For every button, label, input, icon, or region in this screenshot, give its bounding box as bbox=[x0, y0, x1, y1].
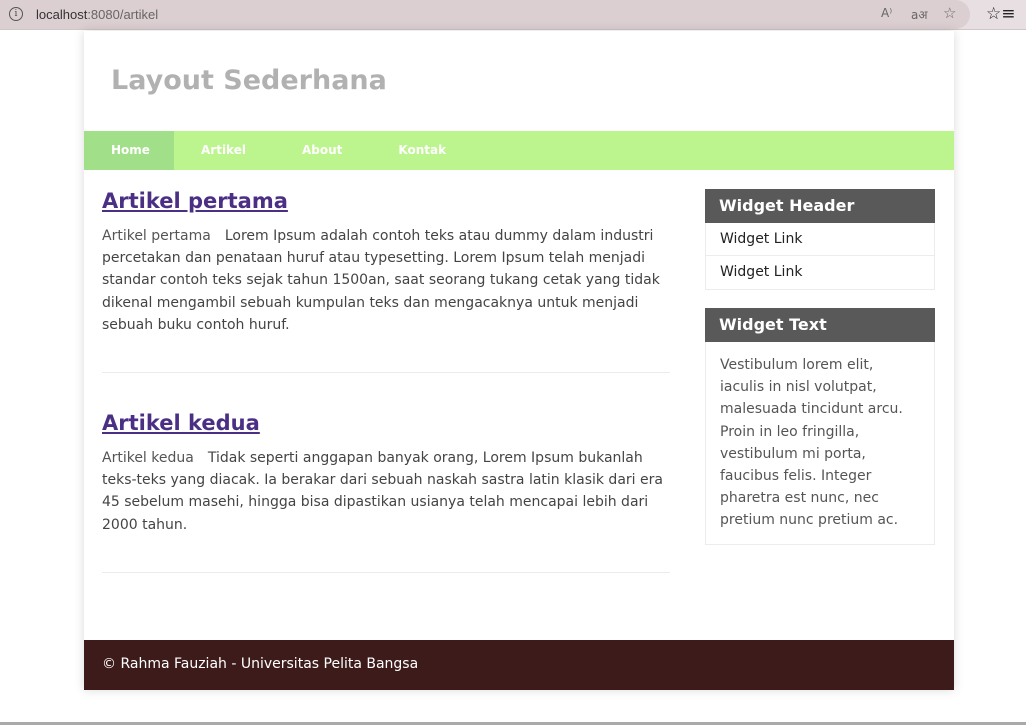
add-favorite-icon[interactable]: ☆ bbox=[943, 4, 956, 22]
widget-header-title: Widget Header bbox=[705, 189, 935, 223]
page-container: Layout Sederhana Home Artikel About Kont… bbox=[84, 31, 954, 690]
article-body: Artikel pertama Lorem Ipsum adalah contoh… bbox=[102, 225, 670, 372]
article-title-link[interactable]: Artikel pertama bbox=[102, 189, 288, 213]
nav-item-artikel[interactable]: Artikel bbox=[174, 131, 275, 170]
article: Artikel kedua Artikel kedua Tidak seperti… bbox=[102, 411, 670, 573]
widget-text-body: Vestibulum lorem elit, iaculis in nisl v… bbox=[720, 357, 903, 529]
favorites-icon[interactable]: ☆≡ bbox=[986, 4, 1015, 24]
article-title-link[interactable]: Artikel kedua bbox=[102, 411, 260, 435]
nav-item-home[interactable]: Home bbox=[84, 131, 174, 170]
site-title: Layout Sederhana bbox=[111, 65, 387, 96]
widget-link[interactable]: Widget Link bbox=[706, 256, 934, 289]
translate-icon[interactable]: aअ bbox=[911, 6, 928, 23]
site-footer: © Rahma Fauziah - Universitas Pelita Ban… bbox=[84, 640, 954, 690]
article-body: Artikel kedua Tidak seperti anggapan bany… bbox=[102, 447, 670, 572]
url-text[interactable]: localhost:8080/artikel bbox=[36, 7, 158, 22]
main-content: Artikel pertama Artikel pertama Lorem Ips… bbox=[102, 189, 670, 573]
url-host: localhost bbox=[36, 7, 88, 22]
broken-image-alt: Artikel pertama bbox=[102, 228, 211, 244]
broken-image-alt: Artikel kedua bbox=[102, 450, 194, 467]
widget-link[interactable]: Widget Link bbox=[706, 223, 934, 256]
widget-links: Widget Header Widget Link Widget Link bbox=[705, 189, 935, 290]
site-info-icon[interactable]: i bbox=[9, 7, 23, 21]
site-header: Layout Sederhana bbox=[84, 31, 954, 131]
sidebar: Widget Header Widget Link Widget Link Wi… bbox=[705, 189, 935, 563]
browser-toolbar: i localhost:8080/artikel A⁾ aअ ☆ ☆≡ bbox=[0, 0, 1026, 30]
footer-copyright: © Rahma Fauziah - Universitas Pelita Ban… bbox=[102, 656, 419, 672]
nav-item-kontak[interactable]: Kontak bbox=[371, 131, 475, 170]
address-bar[interactable]: i localhost:8080/artikel A⁾ aअ ☆ bbox=[0, 0, 970, 29]
widget-text-title: Widget Text bbox=[705, 308, 935, 342]
nav-item-about[interactable]: About bbox=[275, 131, 371, 170]
url-path: :8080/artikel bbox=[87, 7, 159, 22]
main-nav: Home Artikel About Kontak bbox=[84, 131, 954, 170]
widget-text: Widget Text Vestibulum lorem elit, iacul… bbox=[705, 308, 935, 545]
article: Artikel pertama Artikel pertama Lorem Ips… bbox=[102, 189, 670, 374]
read-aloud-icon[interactable]: A⁾ bbox=[881, 6, 892, 20]
